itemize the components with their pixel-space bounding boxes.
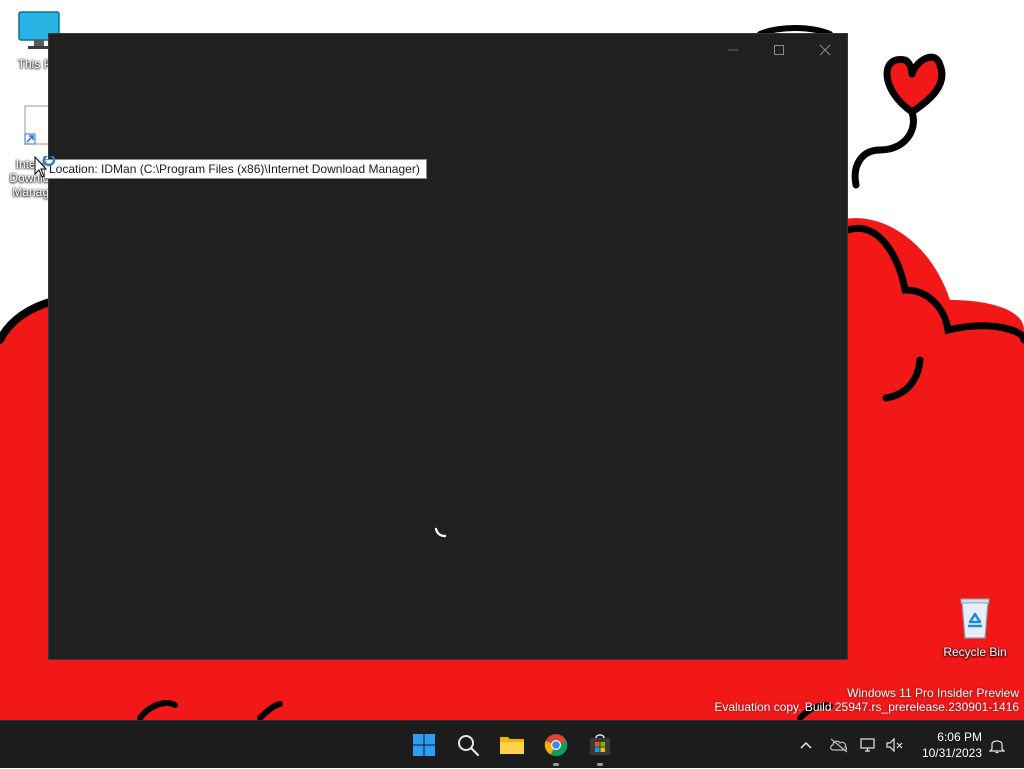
clock-date: 10/31/2023 [921, 746, 982, 760]
maximize-button[interactable] [756, 34, 802, 66]
store-button[interactable] [580, 721, 620, 769]
watermark-build: Evaluation copy. Build 25947.rs_prerelea… [714, 700, 1019, 714]
chrome-icon [544, 734, 568, 757]
notifications-button[interactable] [986, 721, 1008, 769]
show-hidden-icons-button[interactable] [794, 721, 818, 769]
watermark-edition: Windows 11 Pro Insider Preview [847, 686, 1019, 700]
minimize-button[interactable] [710, 34, 756, 66]
taskbar: 6:06 PM 10/31/2023 [0, 720, 1024, 768]
speaker-muted-icon [886, 737, 903, 753]
running-indicator [597, 763, 603, 766]
network-icon [860, 738, 875, 752]
loading-spinner-icon [434, 527, 447, 538]
onedrive-status-button[interactable] [826, 721, 852, 769]
network-button[interactable] [858, 721, 880, 769]
minimize-icon [728, 49, 738, 51]
close-button[interactable] [802, 34, 848, 66]
clock[interactable]: 6:06 PM 10/31/2023 [912, 729, 982, 761]
search-button[interactable] [448, 721, 488, 769]
volume-button[interactable] [884, 721, 906, 769]
build-watermark: Windows 11 Pro Insider Preview Evaluatio… [714, 686, 1019, 714]
folder-icon [500, 737, 524, 754]
start-button[interactable] [404, 721, 444, 769]
chrome-button[interactable] [536, 721, 576, 769]
bell-icon [989, 740, 1005, 754]
running-indicator [553, 763, 559, 766]
file-explorer-button[interactable] [492, 721, 532, 769]
recycle-bin-icon [960, 598, 990, 639]
loading-window[interactable] [48, 33, 848, 660]
desktop-icon-label: Recycle Bin [943, 645, 1007, 659]
windows-logo-icon [413, 734, 435, 756]
search-icon [458, 735, 480, 757]
busy-cursor-icon [34, 156, 56, 178]
cloud-offline-icon [830, 738, 848, 753]
shortcut-tooltip: Location: IDMan (C:\Program Files (x86)\… [44, 159, 427, 179]
close-icon [819, 44, 831, 56]
store-icon [590, 734, 610, 755]
chevron-up-icon [800, 741, 812, 749]
clock-time: 6:06 PM [937, 730, 982, 744]
desktop-icon-recycle-bin[interactable]: Recycle Bin [937, 596, 1013, 659]
maximize-icon [774, 45, 784, 55]
